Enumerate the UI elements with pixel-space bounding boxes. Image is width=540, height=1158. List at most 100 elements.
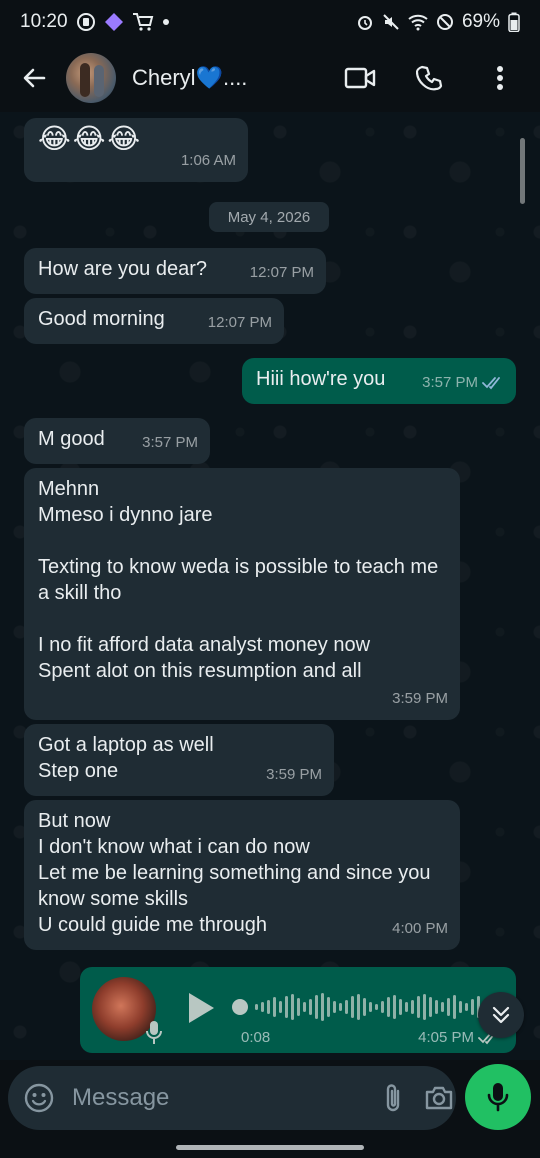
waveform-bar	[447, 998, 450, 1016]
back-arrow-icon	[23, 68, 46, 88]
message-time: 12:07 PM	[249, 264, 314, 281]
waveform-bar	[405, 1002, 408, 1012]
more-notifications-dot-icon	[162, 18, 170, 26]
message-text: But now I don't know what i can do now L…	[38, 810, 431, 936]
waveform-bar	[297, 998, 300, 1016]
waveform-bar	[411, 1000, 414, 1014]
waveform-bar	[303, 1002, 306, 1012]
video-call-button[interactable]	[340, 58, 380, 98]
cart-icon	[132, 12, 154, 32]
waveform-bar	[357, 994, 360, 1020]
message-time-row: 3:57 PM	[422, 370, 504, 396]
status-left: 10:20	[20, 11, 170, 33]
waveform-bar	[267, 1000, 270, 1014]
attach-button[interactable]	[382, 1080, 404, 1116]
message-time: 1:06 AM	[180, 152, 236, 169]
message-time: 12:07 PM	[207, 314, 272, 331]
voice-note-play-button[interactable]	[186, 991, 216, 1030]
message-text: Mehnn Mmeso i dynno jare Texting to know…	[38, 478, 439, 682]
waveform-bar	[255, 1004, 258, 1010]
waveform-bar	[333, 1001, 336, 1013]
message-composer	[8, 1066, 456, 1130]
do-not-disturb-icon	[436, 13, 454, 31]
message-incoming[interactable]: But now I don't know what i can do now L…	[24, 800, 460, 950]
waveform-bar	[429, 997, 432, 1017]
message-time: 3:59 PM	[392, 690, 448, 707]
mic-icon	[487, 1083, 509, 1112]
waveform-bar	[309, 999, 312, 1015]
play-icon	[189, 993, 214, 1023]
camera-button[interactable]	[424, 1080, 454, 1116]
status-bar: 10:20 69%	[0, 0, 540, 44]
voice-record-button[interactable]	[465, 1064, 531, 1130]
waveform-bar	[393, 995, 396, 1019]
waveform-bar	[345, 1000, 348, 1014]
waveform-bar	[435, 1000, 438, 1014]
mute-icon	[382, 13, 400, 31]
message-time: 3:59 PM	[266, 766, 322, 783]
waveform-bar	[375, 1004, 378, 1010]
waveform-bar	[285, 996, 288, 1018]
notification-app-icon-2	[104, 12, 124, 32]
waveform-bar	[363, 998, 366, 1016]
navigation-handle[interactable]	[176, 1145, 364, 1150]
waveform-bar	[315, 995, 318, 1019]
wifi-icon	[408, 13, 428, 31]
back-button[interactable]	[14, 58, 54, 98]
waveform-bar	[441, 1002, 444, 1012]
voice-note-progress-knob[interactable]	[232, 999, 248, 1015]
camera-icon	[425, 1086, 453, 1110]
waveform-bar	[465, 1003, 468, 1011]
message-incoming[interactable]: Mehnn Mmeso i dynno jare Texting to know…	[24, 468, 460, 720]
message-incoming[interactable]: 😂😂😂 1:06 AM	[24, 118, 248, 182]
contact-avatar[interactable]	[66, 53, 116, 103]
message-incoming[interactable]: M good 3:57 PM	[24, 418, 210, 464]
waveform-bar	[351, 996, 354, 1018]
voice-call-button[interactable]	[410, 58, 450, 98]
message-time: 3:57 PM	[142, 434, 198, 451]
phone-icon	[416, 65, 443, 91]
scroll-to-bottom-button[interactable]	[478, 992, 524, 1038]
voice-note-message[interactable]: 0:08 4:05 PM	[80, 967, 516, 1053]
waveform-bar	[417, 996, 420, 1018]
waveform-bar	[399, 999, 402, 1015]
waveform-bar	[369, 1002, 372, 1012]
status-time: 10:20	[20, 11, 68, 32]
waveform-bar	[423, 994, 426, 1020]
waveform-bar	[339, 1003, 342, 1011]
video-call-icon	[344, 67, 376, 89]
message-outgoing[interactable]: Hiii how're you 3:57 PM	[242, 358, 516, 404]
mic-badge-icon	[144, 1019, 164, 1052]
battery-icon	[508, 12, 520, 32]
waveform-bar	[261, 1002, 264, 1012]
waveform-bar	[471, 999, 474, 1015]
alarm-icon	[356, 13, 374, 31]
double-chevron-down-icon	[492, 1006, 510, 1024]
waveform-bar	[321, 993, 324, 1021]
chat-area[interactable]: 😂😂😂 1:06 AM May 4, 2026 How are you dear…	[0, 112, 540, 1060]
waveform-bar	[273, 997, 276, 1017]
message-incoming[interactable]: Got a laptop as well Step one 3:59 PM	[24, 724, 334, 796]
message-time: 4:00 PM	[392, 920, 448, 937]
status-right: 69%	[356, 11, 520, 33]
scrollbar-thumb[interactable]	[520, 138, 525, 204]
date-chip: May 4, 2026	[209, 202, 329, 232]
notification-app-icon	[76, 12, 96, 32]
message-input[interactable]	[72, 1084, 382, 1112]
battery-percent: 69%	[461, 11, 500, 32]
voice-note-waveform[interactable]	[232, 989, 504, 1025]
waveform-bar	[381, 1001, 384, 1013]
waveform-bar	[387, 997, 390, 1017]
waveform-bar	[327, 997, 330, 1017]
message-incoming[interactable]: How are you dear? 12:07 PM	[24, 248, 326, 294]
waveform-bar	[291, 994, 294, 1020]
more-options-button[interactable]	[480, 58, 520, 98]
sticker-emoji-icon	[24, 1083, 54, 1113]
message-incoming[interactable]: Good morning 12:07 PM	[24, 298, 284, 344]
voice-note-time: 4:05 PM	[418, 1029, 474, 1046]
paperclip-icon	[386, 1084, 400, 1112]
header-actions	[340, 58, 520, 98]
waveform-bar	[453, 995, 456, 1019]
emoji-button[interactable]	[24, 1082, 54, 1114]
contact-name[interactable]: Cheryl💙....	[132, 65, 340, 91]
